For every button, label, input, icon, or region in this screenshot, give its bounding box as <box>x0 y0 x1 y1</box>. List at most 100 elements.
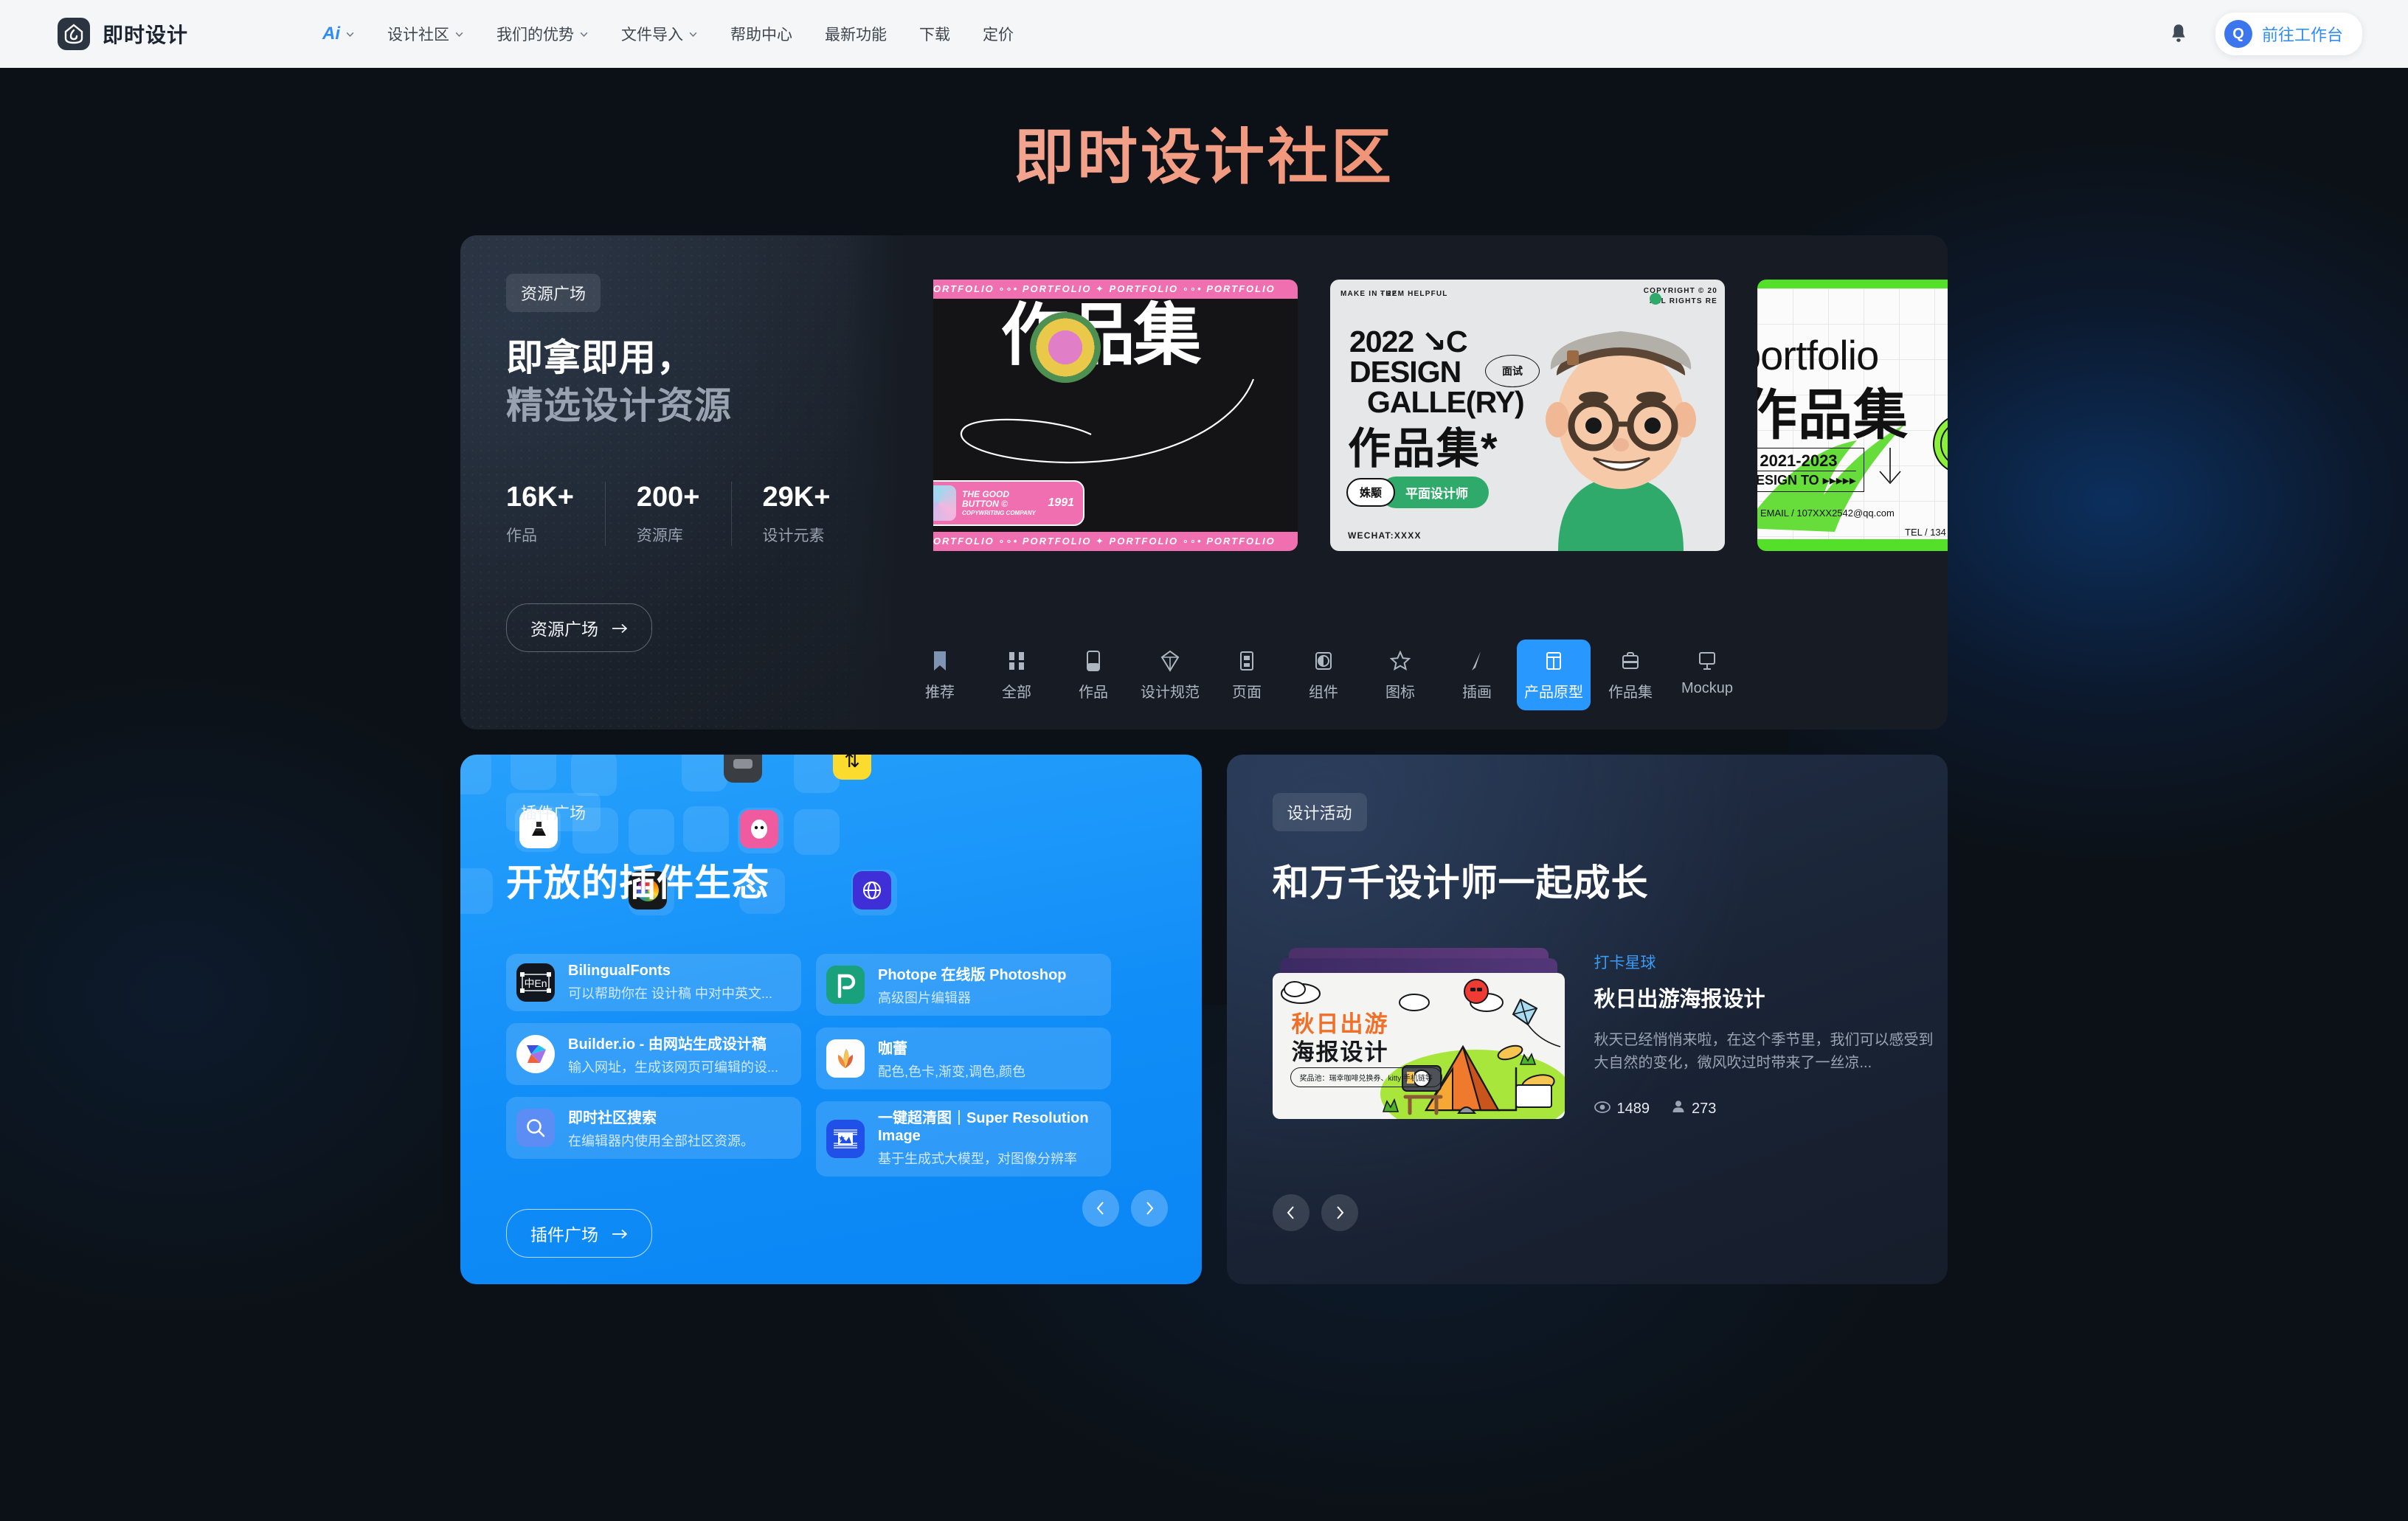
nav-item-advantages[interactable]: 我们的优势 <box>480 15 605 52</box>
button-label: 资源广场 <box>530 620 598 639</box>
cta-label: 前往工作台 <box>2261 26 2343 44</box>
plugin-item-photopea[interactable]: Photope 在线版 Photoshop 高级图片编辑器 <box>816 954 1111 1016</box>
thumb3-inner: portfolio 作品集 // 2021-2023 DESIGN TO ▸▸▸… <box>1757 288 1948 539</box>
plugin-list: 中En BilingualFonts 可以帮助你在 设计稿 中对中英文... B… <box>506 954 1202 1177</box>
nav-item-design-community[interactable]: 设计社区 <box>371 15 480 52</box>
eye-icon <box>1594 1101 1610 1118</box>
activity-tag[interactable]: 打卡星球 <box>1594 951 1948 973</box>
plugin-prev-button[interactable] <box>1082 1190 1119 1227</box>
resource-heading-line1: 即拿即用， <box>506 337 694 378</box>
plugin-item-community-search[interactable]: 即时社区搜索 在编辑器内使用全部社区资源。 <box>506 1097 801 1159</box>
plugin-text: 咖蕾 配色,色卡,渐变,调色,颜色 <box>878 1036 1025 1081</box>
tab-all[interactable]: 全部 <box>980 640 1054 710</box>
category-tabs: 推荐 全部 作品 设计规范 页面 组件 图标 插画 产品原型 作品集 Mocku… <box>903 640 1927 710</box>
design-activity-card: 设计活动 和万千设计师一起成长 秋日出游 海报设计 奖品池：瑞幸咖啡兑换券、ki… <box>1227 755 1948 1284</box>
thumb2-tag-green: 平面设计师 <box>1380 477 1490 508</box>
stat-item: 29K+ 设计元素 <box>763 482 862 546</box>
page-icon <box>1236 650 1258 672</box>
photopea-icon <box>826 966 865 1004</box>
nav-label: 设计社区 <box>387 27 450 44</box>
nav-label: 我们的优势 <box>497 27 575 44</box>
thumbnail-headline: 作品集 <box>1000 298 1201 373</box>
activity-heading: 和万千设计师一起成长 <box>1272 862 1649 904</box>
activity-thumbnail[interactable]: 秋日出游 海报设计 奖品池：瑞幸咖啡兑换券、kitty 手机链等 <box>1272 948 1565 1119</box>
thumb-front: 秋日出游 海报设计 奖品池：瑞幸咖啡兑换券、kitty 手机链等 <box>1272 973 1565 1119</box>
app-logo-icon <box>58 18 90 50</box>
nav-item-file-import[interactable]: 文件导入 <box>605 15 714 52</box>
bell-icon[interactable] <box>2168 23 2189 45</box>
svg-text:中En: 中En <box>524 977 547 989</box>
stat-label: 设计元素 <box>762 527 825 544</box>
activity-description: 秋天已经悄悄来啦，在这个季节里，我们可以感受到大自然的变化，微风吹过时带来了一丝… <box>1594 1032 1934 1072</box>
activity-title[interactable]: 秋日出游海报设计 <box>1594 982 1948 1013</box>
activity-thumb-prize: 奖品池：瑞幸咖啡兑换券、kitty 手机链等 <box>1290 1067 1443 1087</box>
tab-icon[interactable]: 图标 <box>1363 640 1437 710</box>
ambient-glow-left <box>0 664 443 1328</box>
nav-item-pricing[interactable]: 定价 <box>966 15 1030 52</box>
tab-recommended[interactable]: 推荐 <box>903 640 977 710</box>
plugin-title: 一键超清图｜Super Resolution Image <box>878 1110 1089 1144</box>
tab-works[interactable]: 作品 <box>1056 640 1130 710</box>
star-icon <box>1389 650 1411 672</box>
swirl-decoration <box>960 378 1255 464</box>
activity-prev-button[interactable] <box>1272 1194 1309 1231</box>
thumb2-bottom: WECHAT:XXXX <box>1348 530 1422 541</box>
resource-plaza-button[interactable]: 资源广场 <box>506 603 652 652</box>
tab-label: 插画 <box>1462 685 1492 701</box>
stat-item: 200+ 资源库 <box>637 482 732 546</box>
nav-item-ai[interactable]: Ai <box>306 16 371 52</box>
thumb2-tag-row: 姝颙 平面设计师 <box>1346 477 1490 508</box>
nav-item-help-center[interactable]: 帮助中心 <box>714 15 809 52</box>
tab-label: 图标 <box>1385 685 1415 701</box>
stat-value: 200+ <box>636 482 700 513</box>
plugin-plaza-card: ⇅ 插件广场 开放的插件生态 中En BilingualFonts 可以帮助你在… <box>460 755 1202 1284</box>
thumb2-line1: 2022 ↘C <box>1349 325 1468 358</box>
thumbnail-portfolio-black-pink[interactable]: PORTFOLIO ∘∘• PORTFOLIO ✦ PORTFOLIO ∘∘• … <box>903 280 1298 551</box>
plugin-desc: 基于生成式大模型，对图像分辨率 <box>878 1151 1077 1167</box>
nav-label: Ai <box>322 24 341 44</box>
plugin-item-builderio[interactable]: Builder.io - 由网站生成设计稿 输入网址，生成该网页可编辑的设... <box>506 1023 801 1085</box>
activity-next-button[interactable] <box>1321 1194 1358 1231</box>
nav-label: 帮助中心 <box>730 27 793 44</box>
tab-illustration[interactable]: 插画 <box>1440 640 1514 710</box>
tab-prototype[interactable]: 产品原型 <box>1517 640 1591 710</box>
site-header: 即时设计 Ai 设计社区 我们的优势 文件导入 帮助中心 最新功能 下载 定价 … <box>0 0 2408 68</box>
person-icon <box>1672 1100 1685 1118</box>
plugin-desc: 输入网址，生成该网页可编辑的设... <box>568 1060 779 1075</box>
brand-logo[interactable]: 即时设计 <box>58 18 188 50</box>
thumb2-line3: GALLE(RY) <box>1367 385 1525 419</box>
stat-label: 作品 <box>506 527 537 544</box>
tab-label: 全部 <box>1002 685 1031 701</box>
button-label: 插件广场 <box>530 1225 598 1245</box>
tab-design-spec[interactable]: 设计规范 <box>1133 640 1207 710</box>
tab-page[interactable]: 页面 <box>1210 640 1284 710</box>
prototype-icon <box>1543 650 1565 672</box>
tab-portfolio[interactable]: 作品集 <box>1594 640 1667 710</box>
thumbnail-portfolio-3d-character[interactable]: MAKE IN · 22 THEM HELPFUL COPYRIGHT © 20… <box>1330 280 1725 551</box>
brand-name: 即时设计 <box>103 24 189 46</box>
artboard-icon <box>1082 650 1104 672</box>
super-resolution-icon <box>826 1120 865 1159</box>
tab-label: 推荐 <box>925 685 955 701</box>
plugin-item-bilingualfonts[interactable]: 中En BilingualFonts 可以帮助你在 设计稿 中对中英文... <box>506 954 801 1011</box>
tab-label: 组件 <box>1309 685 1338 701</box>
tab-mockup[interactable]: Mockup <box>1670 640 1744 710</box>
plugin-plaza-button[interactable]: 插件广场 <box>506 1209 652 1258</box>
stat-value: 29K+ <box>762 482 831 513</box>
monitor-icon <box>1696 650 1718 672</box>
nav-item-new-features[interactable]: 最新功能 <box>809 15 903 52</box>
thumb2-top-mid: THEM HELPFUL <box>1380 290 1448 298</box>
component-icon <box>1312 650 1335 672</box>
activity-meta: 1489 273 <box>1594 1100 1948 1118</box>
plugin-desc: 在编辑器内使用全部社区资源。 <box>568 1134 754 1148</box>
kalei-icon <box>826 1039 865 1078</box>
thumb3-email: EMAIL / 107XXX2542@qq.com <box>1760 507 1895 519</box>
plugin-next-button[interactable] <box>1130 1190 1168 1227</box>
nav-item-download[interactable]: 下载 <box>903 15 966 52</box>
tab-component[interactable]: 组件 <box>1287 640 1360 710</box>
plugin-item-kalei[interactable]: 咖蕾 配色,色卡,渐变,调色,颜色 <box>816 1028 1111 1089</box>
thumbnail-portfolio-green[interactable]: portfolio 作品集 // 2021-2023 DESIGN TO ▸▸▸… <box>1757 280 1948 551</box>
go-to-workspace-button[interactable]: Q 前往工作台 <box>2215 13 2362 55</box>
activity-info: 打卡星球 秋日出游海报设计 秋天已经悄悄来啦，在这个季节里，我们可以感受到大自然… <box>1594 948 1948 1119</box>
plugin-item-super-resolution[interactable]: 一键超清图｜Super Resolution Image 基于生成式大模型，对图… <box>816 1101 1111 1177</box>
